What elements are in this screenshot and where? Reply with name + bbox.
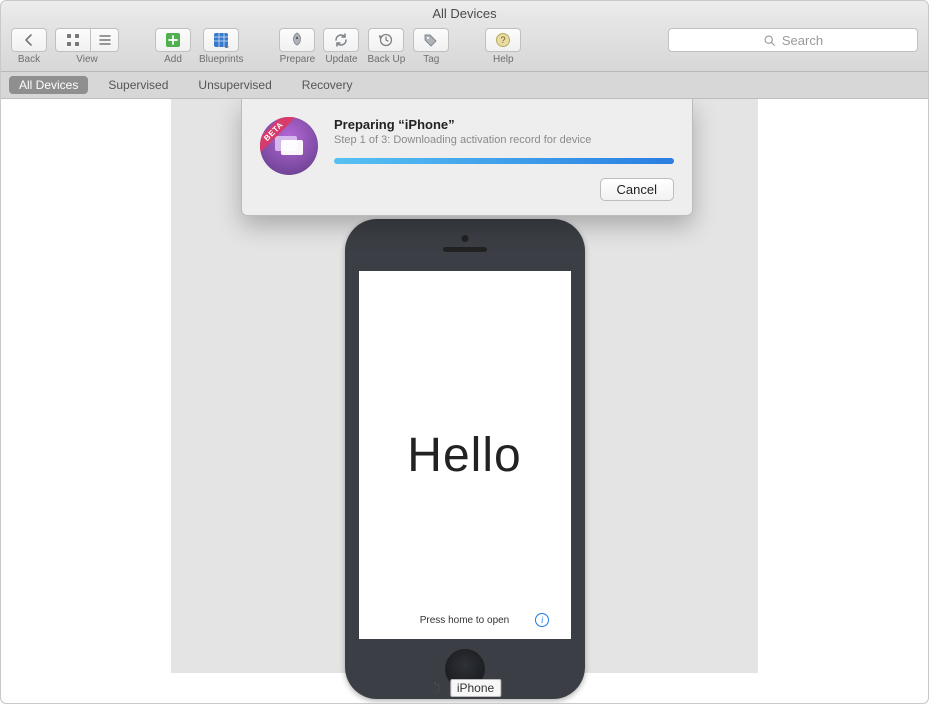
add-label: Add bbox=[164, 54, 182, 65]
search-placeholder: Search bbox=[782, 33, 823, 48]
tag-button[interactable] bbox=[413, 28, 449, 52]
configurator-app-icon: BETA bbox=[260, 117, 318, 175]
tag-icon bbox=[423, 32, 439, 48]
phone-speaker-icon bbox=[443, 247, 487, 252]
view-list-button[interactable] bbox=[91, 28, 119, 52]
dialog-title: Preparing “iPhone” bbox=[334, 117, 674, 132]
press-home-text: Press home to open bbox=[420, 615, 510, 626]
update-label: Update bbox=[325, 54, 357, 65]
back-label: Back bbox=[18, 54, 40, 65]
update-button[interactable] bbox=[323, 28, 359, 52]
help-label: Help bbox=[493, 54, 514, 65]
plus-icon bbox=[165, 32, 181, 48]
backup-label: Back Up bbox=[367, 54, 405, 65]
phone-camera-icon bbox=[461, 235, 468, 242]
blueprints-button[interactable] bbox=[203, 28, 239, 52]
progress-bar bbox=[334, 158, 674, 164]
tag-label: Tag bbox=[423, 54, 439, 65]
help-button[interactable]: ? bbox=[485, 28, 521, 52]
clock-back-icon bbox=[378, 32, 394, 48]
prepare-button[interactable] bbox=[279, 28, 315, 52]
grid-icon bbox=[65, 32, 81, 48]
back-button[interactable] bbox=[11, 28, 47, 52]
hello-text: Hello bbox=[407, 428, 521, 483]
rocket-icon bbox=[289, 32, 305, 48]
phone-screen: Hello Press home to open i bbox=[359, 271, 571, 639]
app-window: All Devices Back View Add bbox=[0, 0, 929, 704]
svg-text:?: ? bbox=[501, 35, 506, 45]
search-input[interactable]: Search bbox=[668, 28, 918, 52]
prepare-label: Prepare bbox=[280, 54, 316, 65]
device-preview[interactable]: Hello Press home to open i bbox=[345, 219, 585, 699]
device-status-row: iPhone bbox=[428, 679, 501, 697]
chevron-left-icon bbox=[21, 32, 37, 48]
view-label: View bbox=[76, 54, 98, 65]
blueprint-icon bbox=[213, 32, 229, 48]
tab-all-devices[interactable]: All Devices bbox=[9, 76, 88, 94]
content-area: Hello Press home to open i bbox=[1, 99, 928, 703]
progress-dialog: BETA Preparing “iPhone” Step 1 of 3: Dow… bbox=[241, 99, 693, 216]
tab-supervised[interactable]: Supervised bbox=[98, 76, 178, 94]
tab-recovery[interactable]: Recovery bbox=[292, 76, 363, 94]
view-grid-button[interactable] bbox=[55, 28, 91, 52]
backup-button[interactable] bbox=[368, 28, 404, 52]
blueprints-label: Blueprints bbox=[199, 54, 243, 65]
add-button[interactable] bbox=[155, 28, 191, 52]
dialog-subtitle: Step 1 of 3: Downloading activation reco… bbox=[334, 134, 674, 146]
info-icon: i bbox=[535, 613, 549, 627]
spinner-icon bbox=[428, 681, 442, 695]
search-icon bbox=[763, 34, 776, 47]
question-icon: ? bbox=[495, 32, 511, 48]
tab-unsupervised[interactable]: Unsupervised bbox=[188, 76, 281, 94]
progress-track bbox=[334, 158, 674, 164]
list-icon bbox=[97, 32, 113, 48]
device-name[interactable]: iPhone bbox=[450, 679, 501, 697]
refresh-icon bbox=[333, 32, 349, 48]
toolbar: Back View Add Blueprints bbox=[1, 24, 928, 72]
cancel-button[interactable]: Cancel bbox=[600, 178, 674, 201]
window-title: All Devices bbox=[1, 1, 928, 24]
filter-tabs: All Devices Supervised Unsupervised Reco… bbox=[1, 72, 928, 99]
